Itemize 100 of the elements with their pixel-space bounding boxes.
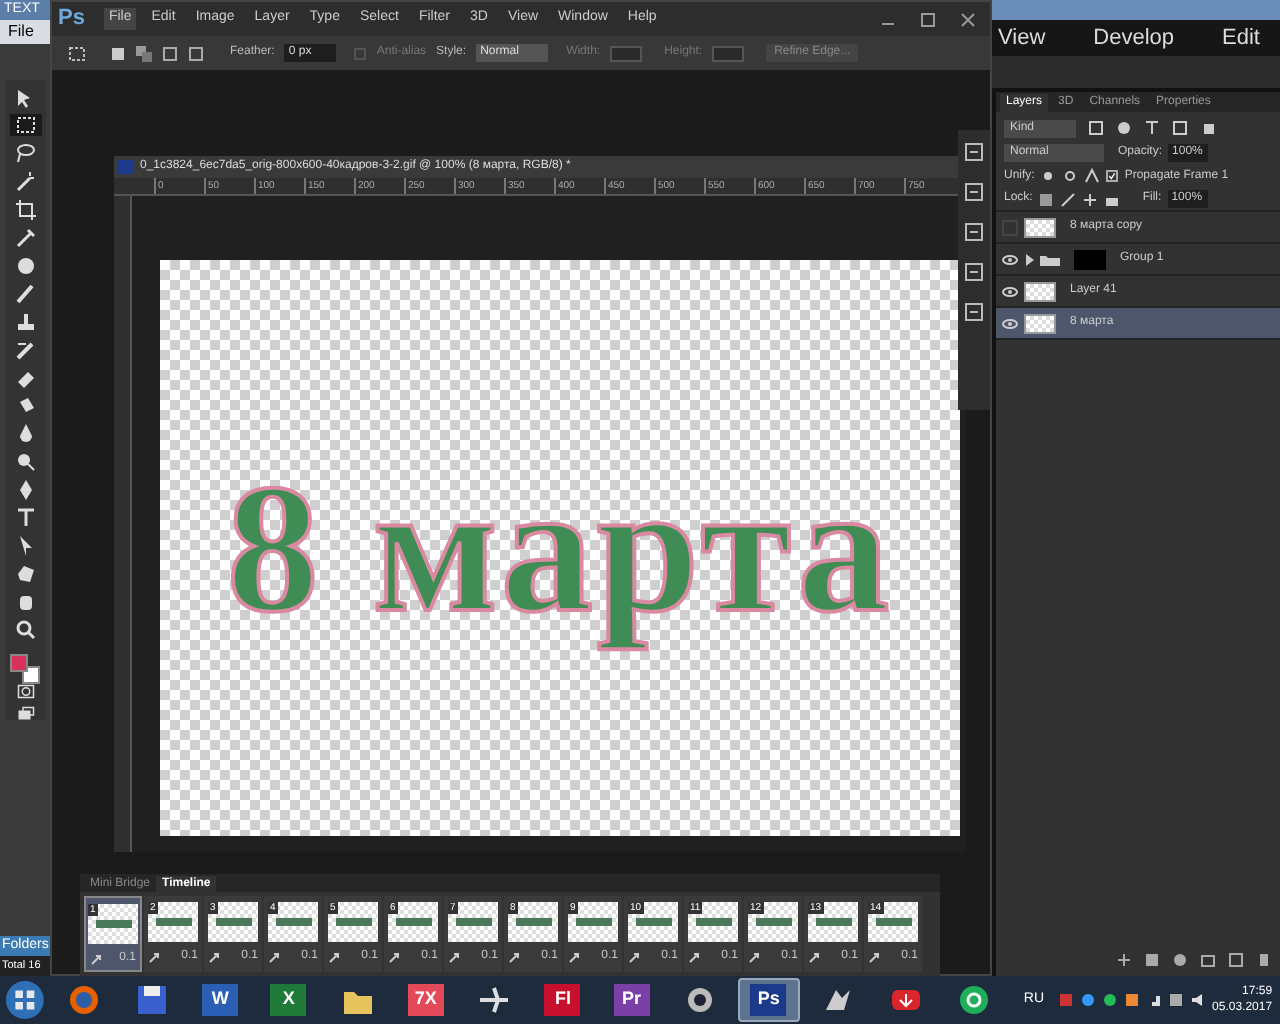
artwork-thumbnail-drawing: [335, 918, 371, 926]
artwork-text: 8 марта: [226, 444, 894, 654]
artwork-thumbnail-drawing: [95, 920, 131, 928]
artwork-thumbnail-drawing: [695, 918, 731, 926]
menu-item[interactable]: File: [0, 20, 52, 44]
panel-icon: [964, 222, 984, 242]
taskbar-app-button[interactable]: X: [257, 978, 320, 1022]
artwork-thumbnail-drawing: [395, 918, 431, 926]
healing-icon: [14, 254, 38, 276]
pointer-icon: [14, 534, 38, 556]
disposal-icon: [90, 953, 102, 965]
panel-icon: [964, 262, 984, 282]
panel-icon: [964, 142, 984, 162]
layer-thumbnail: [1024, 217, 1056, 237]
dodge-icon: [14, 450, 38, 472]
link-icon: [1116, 952, 1132, 968]
screen-mode-icon: [14, 705, 38, 720]
wand-icon: [14, 170, 38, 192]
lock-brush-icon: [1060, 191, 1077, 207]
new-layer-icon: [1228, 952, 1244, 968]
intersect-selection-icon: [188, 45, 204, 61]
menu-item[interactable]: View: [998, 21, 1046, 55]
quick-mask-icon: [14, 684, 38, 699]
blur-icon: [14, 422, 38, 444]
disposal-icon: [268, 951, 280, 963]
tray-icon: [1168, 992, 1185, 1008]
app-icon: W: [202, 984, 239, 1016]
disposal-icon: [448, 951, 460, 963]
disposal-icon: [688, 951, 700, 963]
app-logo: Ps: [58, 4, 85, 35]
subtract-selection-icon: [162, 45, 178, 61]
mask-icon: [1144, 952, 1160, 968]
folder-icon: [1200, 952, 1216, 968]
type-icon: [14, 506, 38, 528]
layer-thumbnail: [1024, 281, 1056, 301]
artwork-thumbnail-drawing: [815, 918, 851, 926]
artwork-thumbnail-drawing: [155, 918, 191, 926]
taskbar-app-button[interactable]: Fl: [531, 978, 595, 1022]
width-field[interactable]: [610, 45, 643, 61]
document-icon: [118, 160, 134, 174]
checkmark-icon: [1108, 170, 1117, 182]
speaker-icon: [1190, 992, 1207, 1008]
lock-position-icon: [1082, 191, 1099, 207]
layer-thumbnail: [1024, 313, 1056, 333]
layer-thumbnail: [1074, 249, 1106, 269]
disposal-icon: [568, 951, 580, 963]
disposal-icon: [628, 951, 640, 963]
eyedropper-icon: [14, 226, 38, 248]
image-filter-icon: [1088, 120, 1104, 136]
eraser-icon: [14, 366, 38, 388]
maximize-icon: [920, 11, 936, 27]
brush-icon: [14, 282, 38, 304]
panel-icon: [964, 302, 984, 322]
app-icon: Ps: [750, 984, 787, 1016]
tool-button[interactable]: [10, 114, 42, 136]
marquee-icon: [68, 45, 88, 61]
taskbar-app-button[interactable]: Ps: [737, 978, 801, 1022]
app-icon: X: [270, 984, 307, 1016]
artwork-thumbnail-drawing: [515, 918, 551, 926]
history-icon: [14, 338, 38, 360]
artwork-thumbnail-drawing: [875, 918, 911, 926]
adjustment-icon: [1172, 952, 1188, 968]
shape-icon: [14, 562, 38, 584]
taskbar-app-button[interactable]: 7X: [394, 978, 458, 1022]
artwork-thumbnail-drawing: [455, 918, 491, 926]
propagate-checkbox[interactable]: [1106, 170, 1119, 182]
taskbar-app-button[interactable]: Pr: [600, 978, 663, 1022]
lock-pixels-icon: [1038, 191, 1055, 207]
disposal-icon: [208, 951, 220, 963]
zoom-icon: [14, 618, 38, 640]
signal-icon: [1146, 992, 1163, 1008]
unify-visibility-icon: [1062, 168, 1079, 184]
tool-button[interactable]: [10, 198, 42, 220]
artwork-thumbnail-drawing: [575, 918, 611, 926]
bucket-icon: [14, 394, 38, 416]
shape-filter-icon: [1172, 120, 1188, 136]
anti-alias-checkbox[interactable]: [354, 47, 367, 59]
disposal-icon: [748, 951, 760, 963]
height-field[interactable]: [712, 45, 745, 61]
disposal-icon: [808, 951, 820, 963]
artwork-thumbnail-drawing: [275, 918, 311, 926]
app-icon: Pr: [613, 984, 650, 1016]
artwork-thumbnail-drawing: [755, 918, 791, 926]
eye-icon: [1002, 253, 1018, 265]
type-filter-icon: [1144, 120, 1160, 136]
pen-icon: [14, 478, 38, 500]
foreground-color-swatch[interactable]: [10, 654, 28, 672]
hand-icon: [14, 590, 38, 612]
add-selection-icon: [136, 45, 152, 61]
panel-icon: [964, 182, 984, 202]
eye-icon: [1002, 317, 1018, 329]
menu-item[interactable]: Develop: [1093, 21, 1175, 55]
smart-object-filter-icon: [1200, 120, 1216, 136]
stamp-icon: [14, 310, 38, 332]
disposal-icon: [328, 951, 340, 963]
at-icon: [956, 982, 993, 1018]
disposal-icon: [868, 951, 880, 963]
taskbar-app-button[interactable]: W: [188, 978, 252, 1022]
menu-item[interactable]: Edit: [1222, 21, 1260, 55]
new-selection-icon: [110, 45, 126, 61]
